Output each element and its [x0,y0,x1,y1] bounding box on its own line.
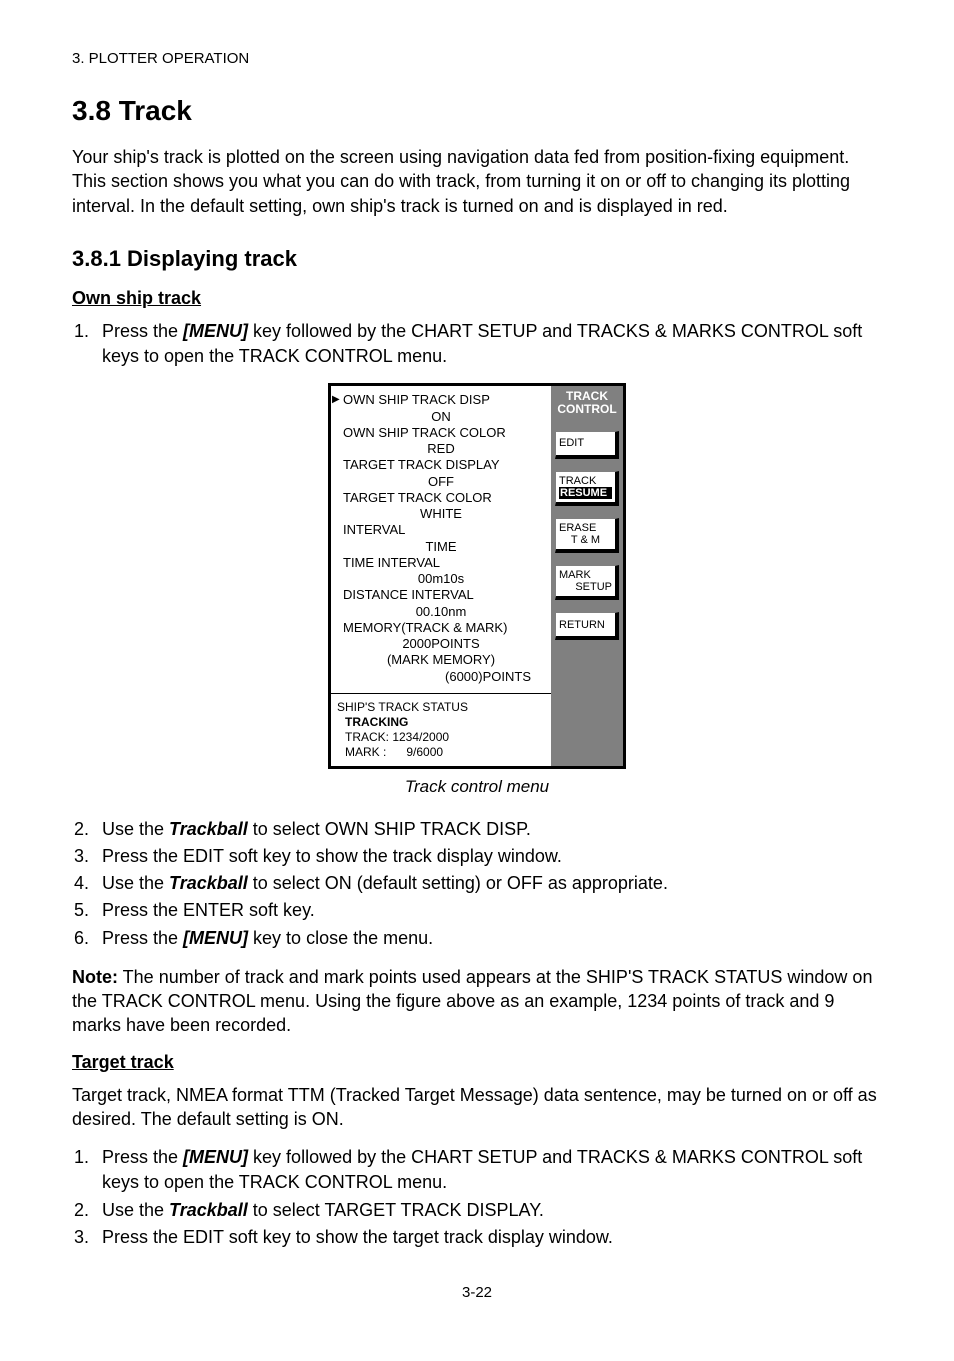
menu-item-value: ON [343,409,539,425]
step-6: Press the [MENU] key to close the menu. [94,926,882,951]
step-text: to select ON (default setting) or OFF as… [248,873,668,893]
figure-caption: Track control menu [72,777,882,797]
step-text: Press the [102,321,183,341]
softkey-mark-setup[interactable]: MARK SETUP [555,565,619,600]
step-3: Press the EDIT soft key to show the targ… [94,1225,882,1250]
softkey-erase[interactable]: ERASE T & M [555,518,619,553]
menu-item-value: 00m10s [343,571,539,587]
menu-item-value: 2000POINTS [343,636,539,652]
step-text: Use the [102,873,169,893]
page-number: 3-22 [72,1284,882,1301]
step-text: Press the [102,1147,183,1167]
note-body: The number of track and mark points used… [72,967,872,1036]
softkey-panel: TRACK CONTROL EDIT TRACK RESUME ERASE T … [551,386,623,766]
target-intro: Target track, NMEA format TTM (Tracked T… [72,1083,882,1132]
status-track: TRACK: 1234/2000 [337,730,545,745]
menu-item-label: TARGET TRACK COLOR [343,490,539,506]
page: 3. PLOTTER OPERATION 3.8 Track Your ship… [0,0,954,1361]
page-header: 3. PLOTTER OPERATION [72,50,882,67]
key-label: Trackball [169,1200,248,1220]
softkey-label: RETURN [559,619,612,631]
key-label: [MENU] [183,321,248,341]
menu-item-value: WHITE [343,506,539,522]
menu-item-label: TIME INTERVAL [343,555,539,571]
menu-item-label: MEMORY(TRACK & MARK) [343,620,539,636]
softkey-title-line: CONTROL [557,402,616,416]
step-1: Press the [MENU] key followed by the CHA… [94,319,882,369]
step-1: Press the [MENU] key followed by the CHA… [94,1145,882,1195]
note-label: Note: [72,967,118,987]
menu-item-value: OFF [343,474,539,490]
softkey-label: EDIT [559,437,612,449]
menu-status-block: SHIP'S TRACK STATUS TRACKING TRACK: 1234… [331,694,551,766]
track-control-figure: OWN SHIP TRACK DISP ON OWN SHIP TRACK CO… [72,383,882,769]
menu-box: OWN SHIP TRACK DISP ON OWN SHIP TRACK CO… [328,383,626,769]
menu-item-label: OWN SHIP TRACK COLOR [343,425,539,441]
softkey-label: T & M [559,534,612,546]
key-label: Trackball [169,819,248,839]
menu-left-panel: OWN SHIP TRACK DISP ON OWN SHIP TRACK CO… [331,386,551,766]
menu-item-label: DISTANCE INTERVAL [343,587,539,603]
softkey-title-line: TRACK [566,389,608,403]
step-text: to select TARGET TRACK DISPLAY. [248,1200,544,1220]
softkey-label-inverted: RESUME [559,487,612,499]
menu-items: OWN SHIP TRACK DISP ON OWN SHIP TRACK CO… [331,386,551,693]
menu-item-label: OWN SHIP TRACK DISP [343,392,539,408]
menu-item-value: RED [343,441,539,457]
status-mark: MARK : 9/6000 [337,745,545,760]
intro-paragraph: Your ship's track is plotted on the scre… [72,145,882,218]
step-text: Use the [102,819,169,839]
step-3: Press the EDIT soft key to show the trac… [94,844,882,869]
section-title: 3.8 Track [72,95,882,127]
key-label: Trackball [169,873,248,893]
subsection-title: 3.8.1 Displaying track [72,246,882,272]
softkey-edit[interactable]: EDIT [555,431,619,459]
step-text: Press the [102,928,183,948]
softkey-title: TRACK CONTROL [555,390,619,418]
step-text: Use the [102,1200,169,1220]
step-2: Use the Trackball to select OWN SHIP TRA… [94,817,882,842]
step-5: Press the ENTER soft key. [94,898,882,923]
own-track-steps-cont: Use the Trackball to select OWN SHIP TRA… [72,817,882,951]
softkey-label: TRACK [559,475,612,487]
menu-item-label: INTERVAL [343,522,539,538]
softkey-return[interactable]: RETURN [555,612,619,640]
own-track-steps: Press the [MENU] key followed by the CHA… [72,319,882,369]
target-track-steps: Press the [MENU] key followed by the CHA… [72,1145,882,1250]
menu-extra-line: (MARK MEMORY) [343,652,539,668]
target-track-heading: Target track [72,1052,882,1073]
own-track-heading: Own ship track [72,288,882,309]
softkey-label: ERASE [559,522,612,534]
menu-item-value: 00.10nm [343,604,539,620]
step-text: to select OWN SHIP TRACK DISP. [248,819,531,839]
key-label: [MENU] [183,928,248,948]
status-title: SHIP'S TRACK STATUS [337,700,545,715]
softkey-track-resume[interactable]: TRACK RESUME [555,471,619,506]
note-paragraph: Note: The number of track and mark point… [72,965,882,1038]
menu-extra-line: (6000)POINTS [343,669,539,685]
status-mode: TRACKING [337,715,545,730]
softkey-label: MARK [559,569,612,581]
step-2: Use the Trackball to select TARGET TRACK… [94,1198,882,1223]
step-text: key to close the menu. [248,928,433,948]
key-label: [MENU] [183,1147,248,1167]
softkey-label: SETUP [559,581,612,593]
menu-item-value: TIME [343,539,539,555]
menu-item-label: TARGET TRACK DISPLAY [343,457,539,473]
step-4: Use the Trackball to select ON (default … [94,871,882,896]
